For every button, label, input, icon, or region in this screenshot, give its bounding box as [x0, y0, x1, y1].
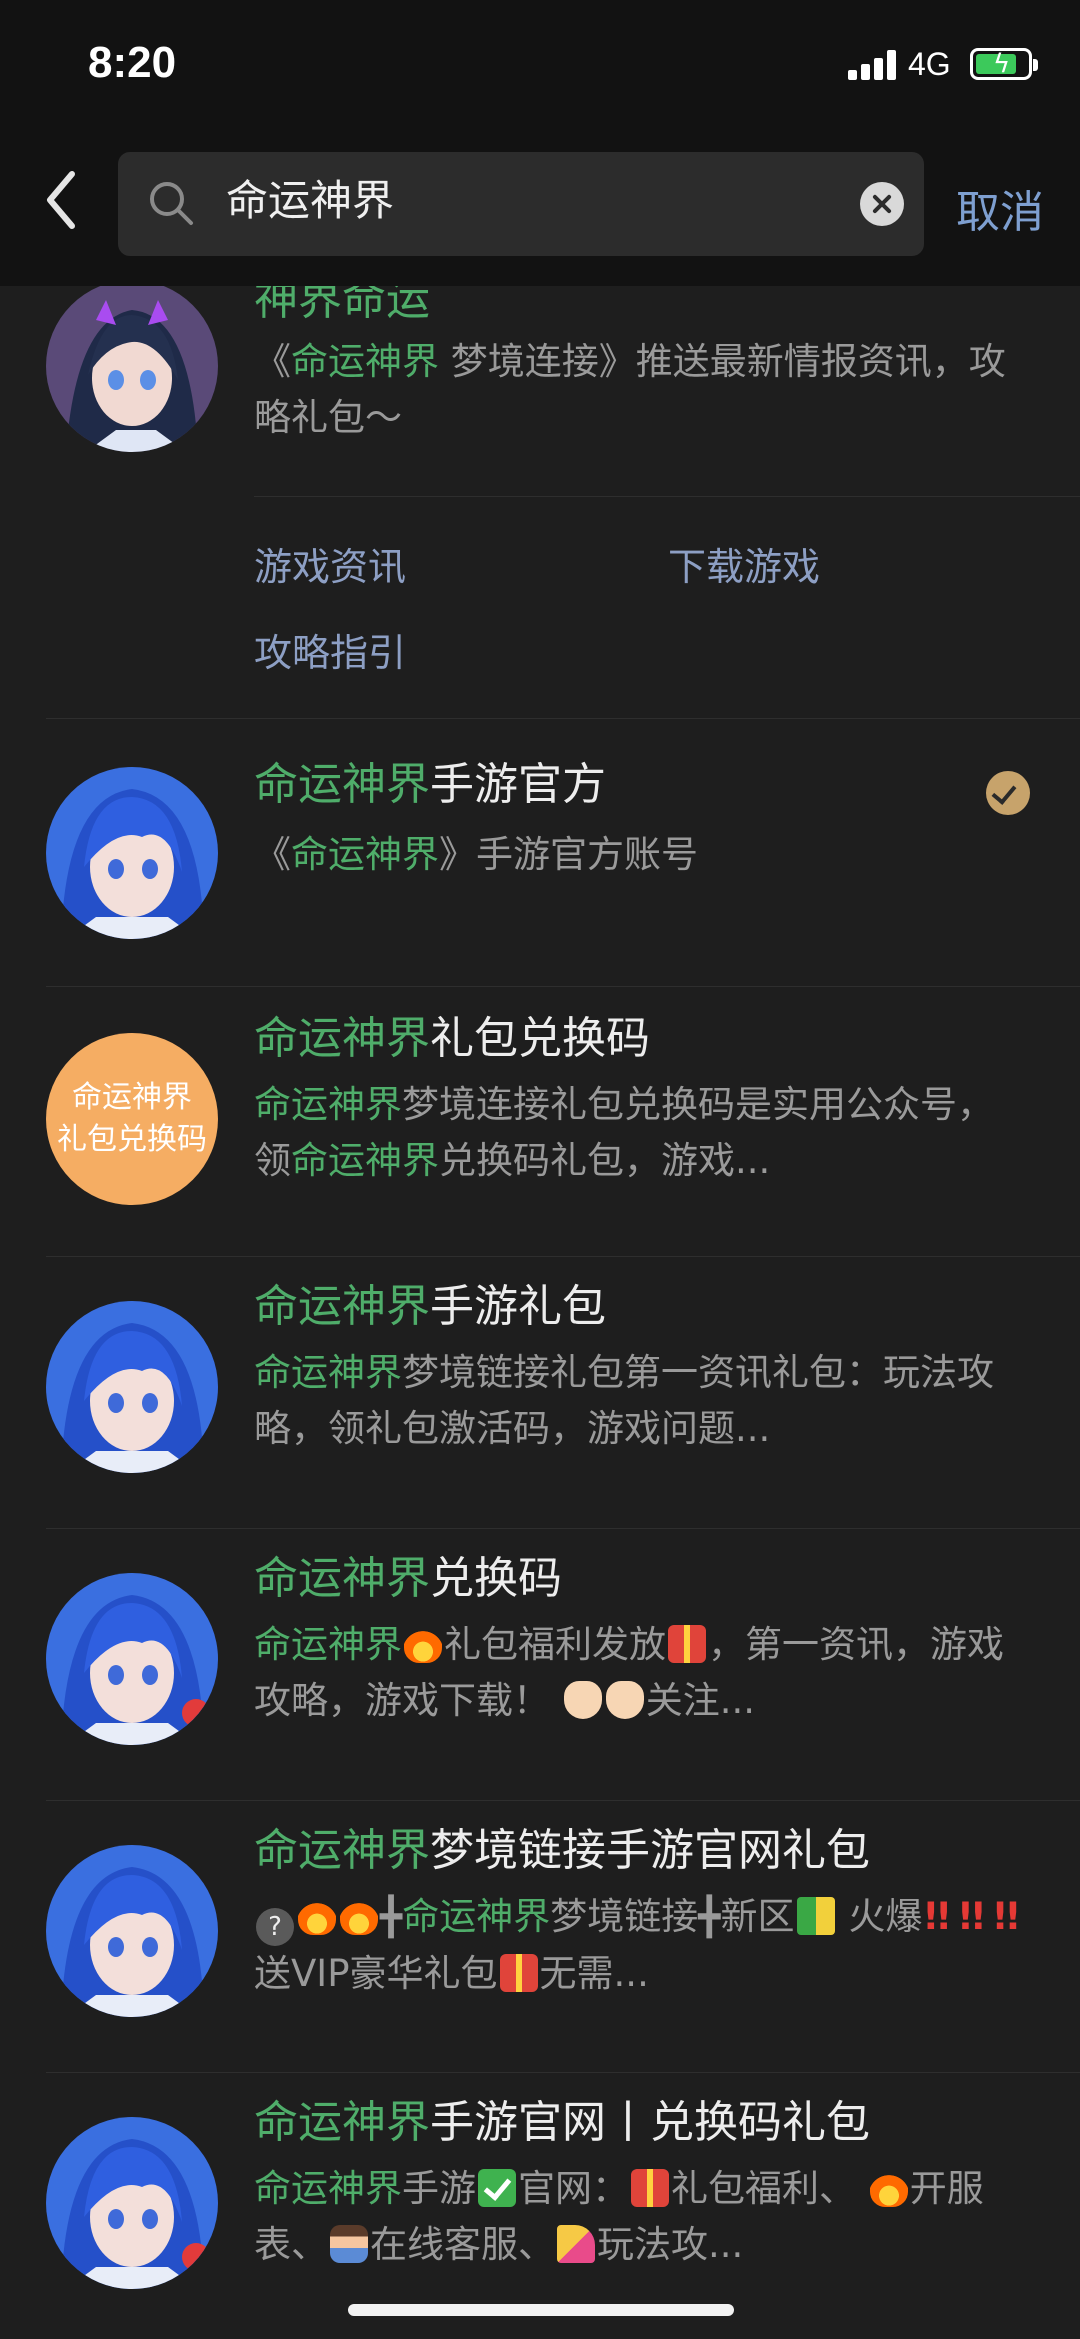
result-title: 命运神界兑换码 [254, 1553, 562, 1604]
result-title: 神界命运 [254, 286, 430, 325]
avatar [46, 1573, 218, 1745]
beginner-icon [796, 1897, 835, 1935]
search-box[interactable]: 命运神界 [118, 152, 924, 256]
list-item[interactable]: 命运神界手游礼包 命运神界梦境链接礼包第一资讯礼包：玩法攻略，领礼包激活码，游戏… [0, 1257, 1080, 1527]
pointing-down-icon [605, 1681, 644, 1719]
signal-icon [848, 50, 900, 80]
list-item[interactable]: 命运神界手游官网丨兑换码礼包 命运神界手游 官网： 礼包福利、 开服表、 在线客服、玩… [0, 2073, 1080, 2339]
avatar-text-line: 命运神界 [72, 1080, 192, 1115]
double-exclamation-icon: !! !! !! [922, 1895, 1021, 1938]
result-title: 命运神界礼包兑换码 [254, 1013, 650, 1064]
fire-icon [869, 2169, 908, 2207]
result-description: 命运神界梦境连接礼包兑换码是实用公众号，领命运神界兑换码礼包，游戏... [254, 1083, 994, 1182]
list-item[interactable]: 命运神界 礼包兑换码 命运神界礼包兑换码 命运神界梦境连接礼包兑换码是实用公众号… [0, 987, 1080, 1255]
gift-icon [668, 1625, 706, 1663]
cancel-button[interactable]: 取消 [956, 176, 1044, 240]
result-title: 命运神界手游官方 [254, 759, 606, 810]
search-input[interactable]: 命运神界 [226, 166, 826, 236]
menu-link-news[interactable]: 游戏资讯 [254, 536, 406, 591]
list-item[interactable]: 命运神界手游官方 《命运神界》手游官方账号 [0, 719, 1080, 985]
avatar [46, 767, 218, 939]
menu-link-guide[interactable]: 攻略指引 [254, 622, 406, 677]
result-description: 命运神界 礼包福利发放 ，第一资讯，游戏攻略，游戏下载！ 关注... [254, 1623, 1004, 1722]
avatar [46, 2117, 218, 2289]
search-icon [150, 182, 193, 225]
menu-link-download[interactable]: 下载游戏 [668, 536, 820, 591]
check-mark-icon [478, 2169, 516, 2207]
list-item[interactable]: 命运神界梦境链接手游官网礼包 ? ╋命运神界梦境链接╋新区 火爆!! !! !!送… [0, 1801, 1080, 2071]
fire-icon [404, 1625, 442, 1663]
search-header: 命运神界 取消 [0, 140, 1080, 286]
avatar: 命运神界 礼包兑换码 [46, 1033, 218, 1205]
pointing-down-icon [563, 1681, 602, 1719]
clock: 8:20 [88, 38, 177, 87]
gift-icon [631, 2169, 669, 2207]
status-bar: 8:20 4G ϟ [0, 0, 1080, 140]
result-description: 命运神界梦境链接礼包第一资讯礼包：玩法攻略，领礼包激活码，游戏问题... [254, 1351, 994, 1450]
avatar [46, 1301, 218, 1473]
verified-icon [986, 771, 1030, 815]
avatar [46, 1845, 218, 2017]
list-item[interactable]: 命运神界兑换码 命运神界 礼包福利发放 ，第一资讯，游戏攻略，游戏下载！ 关注... [0, 1529, 1080, 1799]
network-type: 4G [908, 46, 951, 82]
unknown-glyph-icon: ? [256, 1908, 294, 1946]
result-description: ? ╋命运神界梦境链接╋新区 火爆!! !! !!送VIP豪华礼包 无需... [254, 1895, 1021, 1995]
avatar [46, 286, 218, 452]
result-description: 《命运神界》手游官方账号 [254, 833, 698, 876]
divider [254, 496, 1080, 497]
fire-icon [340, 1897, 378, 1935]
result-title: 命运神界梦境链接手游官网礼包 [254, 1825, 870, 1876]
results-list: 神界命运 《命运神界 梦境连接》推送最新情报资讯，攻略礼包～ 游戏资讯 下载游戏… [0, 286, 1080, 2339]
chevron-left-icon[interactable] [40, 166, 88, 234]
avatar-text-line: 礼包兑换码 [57, 1122, 207, 1157]
result-description: 《命运神界 梦境连接》推送最新情报资讯，攻略礼包～ [254, 340, 1006, 439]
result-title: 命运神界手游官网丨兑换码礼包 [254, 2097, 870, 2148]
gift-icon [499, 1954, 538, 1992]
fire-icon [298, 1897, 336, 1935]
result-title: 命运神界手游礼包 [254, 1281, 606, 1332]
list-item[interactable]: 神界命运 《命运神界 梦境连接》推送最新情报资讯，攻略礼包～ 游戏资讯 下载游戏… [0, 286, 1080, 718]
home-indicator[interactable] [348, 2304, 734, 2316]
result-description: 命运神界手游 官网： 礼包福利、 开服表、 在线客服、 玩法攻... [254, 2167, 984, 2266]
clear-icon[interactable] [860, 182, 904, 226]
party-popper-icon [557, 2225, 595, 2263]
person-at-desk-icon [330, 2225, 368, 2263]
battery-icon: ϟ [970, 48, 1038, 80]
